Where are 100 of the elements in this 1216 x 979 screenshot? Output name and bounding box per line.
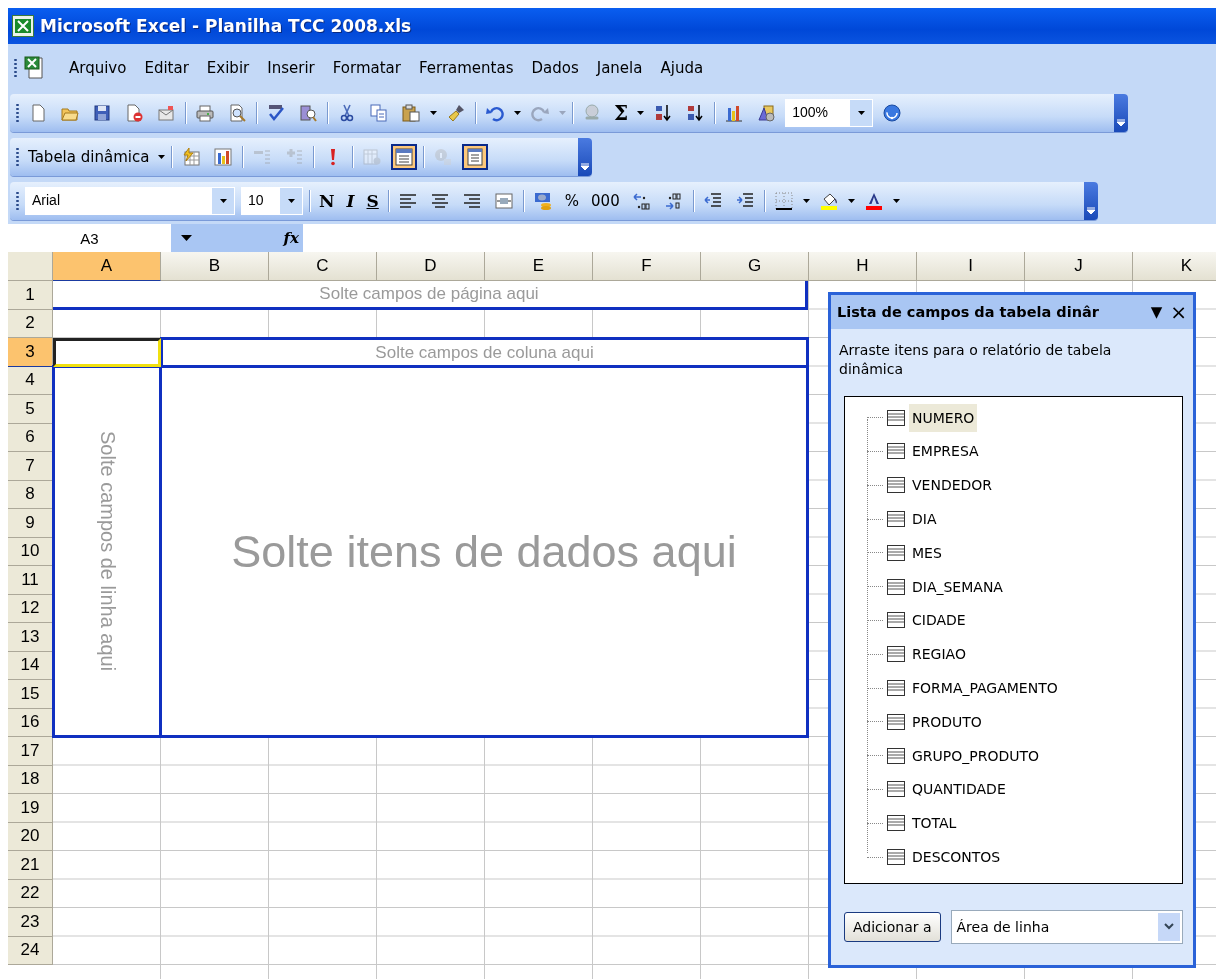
- chevron-down-icon[interactable]: [1164, 923, 1174, 931]
- row-header[interactable]: 20: [8, 822, 53, 851]
- paste-icon[interactable]: [402, 104, 420, 122]
- decrease-indent-icon[interactable]: [703, 192, 722, 210]
- spelling-check-icon[interactable]: [267, 104, 285, 122]
- add-to-button[interactable]: Adicionar a: [844, 911, 941, 942]
- close-button[interactable]: ×: [1170, 300, 1187, 324]
- decrease-decimal-icon[interactable]: [664, 192, 683, 210]
- align-left-icon[interactable]: [398, 192, 417, 210]
- dropdown-arrow-icon[interactable]: [180, 235, 192, 241]
- save-icon[interactable]: [93, 104, 111, 122]
- dropdown-arrow-icon[interactable]: [802, 199, 810, 203]
- row-header[interactable]: 13: [8, 623, 53, 652]
- row-header[interactable]: 2: [8, 309, 53, 338]
- chevron-icon[interactable]: [581, 163, 589, 171]
- field-item[interactable]: TOTAL: [909, 809, 960, 838]
- row-header[interactable]: 3: [8, 338, 53, 367]
- field-item[interactable]: FORMA_PAGAMENTO: [909, 674, 1061, 703]
- percent-button[interactable]: %: [561, 192, 583, 210]
- row-header[interactable]: 11: [8, 566, 53, 595]
- align-center-icon[interactable]: [430, 192, 449, 210]
- dropdown-arrow-icon[interactable]: [892, 199, 900, 203]
- field-item[interactable]: REGIAO: [909, 640, 969, 669]
- row-header[interactable]: 18: [8, 765, 53, 794]
- grip-icon[interactable]: [14, 58, 17, 78]
- column-header[interactable]: F: [593, 252, 701, 281]
- new-document-icon[interactable]: [29, 104, 47, 122]
- zoom-dropdown[interactable]: 100%: [785, 99, 874, 127]
- menu-item[interactable]: Dados: [525, 57, 585, 79]
- column-header[interactable]: D: [377, 252, 485, 281]
- workbook-icon[interactable]: [23, 56, 45, 80]
- field-item[interactable]: DIA: [909, 505, 940, 534]
- column-header[interactable]: C: [269, 252, 377, 281]
- dropdown-arrow-icon[interactable]: [158, 155, 166, 159]
- column-header[interactable]: A: [53, 252, 161, 281]
- document-restricted-icon[interactable]: [125, 104, 143, 122]
- toolbar-options-button[interactable]: [1114, 94, 1128, 132]
- column-header[interactable]: K: [1133, 252, 1216, 281]
- field-item[interactable]: VENDEDOR: [909, 471, 996, 500]
- dropdown-arrow-icon[interactable]: [430, 111, 437, 115]
- column-header[interactable]: J: [1025, 252, 1133, 281]
- field-item[interactable]: DIA_SEMANA: [909, 572, 1006, 601]
- toolbar-options-button[interactable]: [1084, 182, 1098, 220]
- field-item[interactable]: CIDADE: [909, 606, 969, 635]
- grip-icon[interactable]: [16, 147, 19, 167]
- bold-button[interactable]: N: [316, 191, 338, 211]
- pivot-table-menu[interactable]: Tabela dinâmica: [25, 148, 153, 166]
- row-header[interactable]: 17: [8, 737, 53, 766]
- chevron-icon[interactable]: [1087, 207, 1095, 215]
- fill-color-icon[interactable]: [819, 192, 838, 210]
- menu-item[interactable]: Ferramentas: [412, 57, 520, 79]
- copy-icon[interactable]: [370, 104, 388, 122]
- field-item[interactable]: NUMERO: [909, 403, 978, 432]
- menu-item[interactable]: Ajuda: [654, 57, 710, 79]
- row-header[interactable]: 19: [8, 794, 53, 823]
- menu-item[interactable]: Formatar: [326, 57, 407, 79]
- italic-button[interactable]: I: [343, 191, 358, 211]
- row-header[interactable]: 15: [8, 680, 53, 709]
- font-size-dropdown[interactable]: 10: [241, 187, 303, 215]
- currency-icon[interactable]: [533, 192, 552, 210]
- row-header[interactable]: 9: [8, 509, 53, 538]
- row-header[interactable]: 21: [8, 851, 53, 880]
- chevron-icon[interactable]: [1117, 119, 1125, 127]
- grip-icon[interactable]: [16, 191, 19, 211]
- panel-menu-button[interactable]: ▼: [1150, 303, 1163, 321]
- print-preview-icon[interactable]: [228, 104, 246, 122]
- area-dropdown[interactable]: Área de linha: [950, 909, 1183, 944]
- merge-center-icon[interactable]: [494, 192, 513, 210]
- drawing-icon[interactable]: [757, 104, 776, 122]
- font-dropdown[interactable]: Arial: [25, 187, 235, 215]
- field-item[interactable]: QUANTIDADE: [909, 775, 1009, 804]
- toolbar-options-button[interactable]: [578, 138, 592, 176]
- dropdown-arrow-icon[interactable]: [219, 199, 227, 203]
- column-header[interactable]: I: [917, 252, 1025, 281]
- increase-indent-icon[interactable]: [735, 192, 754, 210]
- field-item[interactable]: DESCONTOS: [909, 843, 1004, 872]
- scissors-icon[interactable]: [338, 104, 356, 122]
- thousands-button[interactable]: 000: [588, 192, 623, 210]
- font-color-icon[interactable]: [864, 192, 883, 210]
- autosum-button[interactable]: Σ: [611, 101, 632, 125]
- email-icon[interactable]: [157, 104, 175, 122]
- field-item[interactable]: GRUPO_PRODUTO: [909, 741, 1043, 770]
- menu-item[interactable]: Editar: [138, 57, 195, 79]
- printer-icon[interactable]: [196, 104, 214, 122]
- dropdown-arrow-icon[interactable]: [637, 111, 645, 115]
- field-item[interactable]: EMPRESA: [909, 437, 982, 466]
- menu-item[interactable]: Inserir: [261, 57, 321, 79]
- menu-item[interactable]: Exibir: [200, 57, 256, 79]
- undo-icon[interactable]: [486, 104, 504, 122]
- row-header[interactable]: 24: [8, 936, 53, 965]
- menu-item[interactable]: Arquivo: [63, 57, 133, 79]
- row-header[interactable]: 22: [8, 879, 53, 908]
- borders-icon[interactable]: [774, 192, 793, 210]
- column-header[interactable]: G: [701, 252, 809, 281]
- menu-item[interactable]: Janela: [590, 57, 649, 79]
- column-header[interactable]: B: [161, 252, 269, 281]
- dropdown-arrow-icon[interactable]: [847, 199, 855, 203]
- insert-function-button[interactable]: fx: [283, 229, 299, 247]
- row-header[interactable]: 23: [8, 908, 53, 937]
- selected-cell[interactable]: [53, 338, 161, 367]
